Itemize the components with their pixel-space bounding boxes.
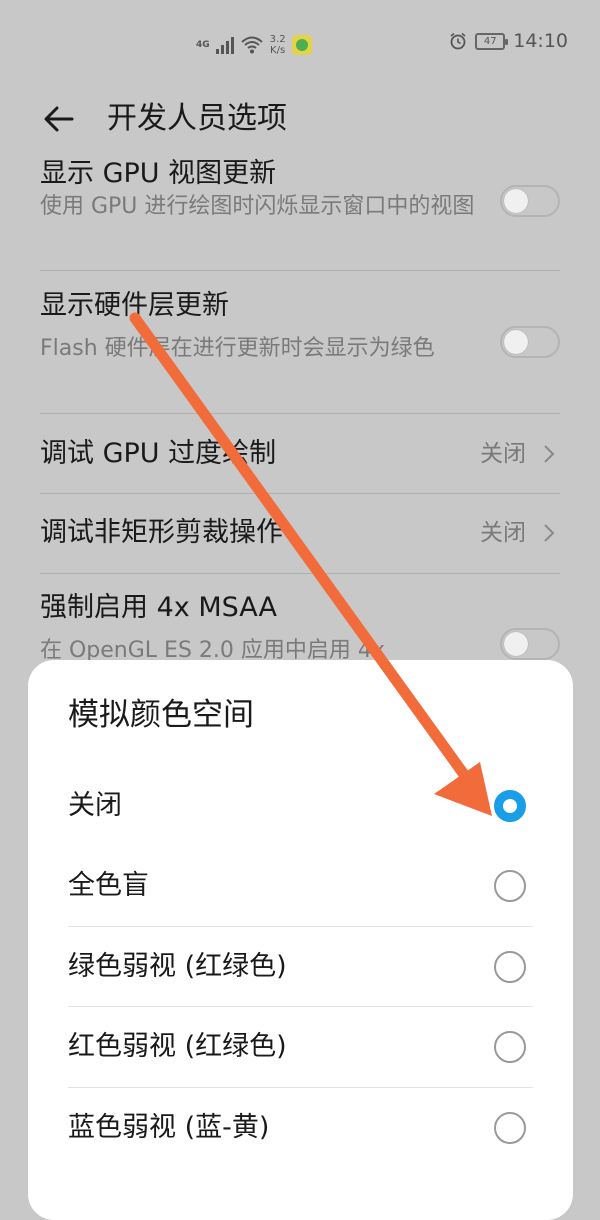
setting-value: 关闭: [480, 520, 526, 546]
radio-button[interactable]: [494, 1112, 526, 1144]
option-monochromacy[interactable]: 全色盲: [28, 846, 573, 926]
setting-title: 显示硬件层更新: [40, 290, 229, 321]
setting-debug-gpu-overdraw[interactable]: 调试 GPU 过度绘制 关闭: [0, 414, 600, 492]
setting-gpu-view-updates[interactable]: 显示 GPU 视图更新 使用 GPU 进行绘图时闪烁显示窗口中的视图: [0, 150, 600, 270]
setting-hardware-layer-updates[interactable]: 显示硬件层更新 Flash 硬件层在进行更新时会显示为绿色: [0, 285, 600, 410]
setting-debug-non-rect-clip[interactable]: 调试非矩形剪裁操作 关闭: [0, 494, 600, 572]
option-deuteranomaly[interactable]: 绿色弱视 (红绿色): [28, 927, 573, 1007]
option-label: 蓝色弱视 (蓝-黄): [68, 1112, 270, 1143]
chevron-right-icon: [544, 445, 555, 463]
option-off[interactable]: 关闭: [28, 766, 573, 846]
setting-title: 调试 GPU 过度绘制: [40, 438, 277, 469]
toggle-switch[interactable]: [500, 185, 560, 217]
radio-button[interactable]: [494, 870, 526, 902]
option-label: 绿色弱视 (红绿色): [68, 951, 287, 982]
radio-selected[interactable]: [494, 790, 526, 822]
radio-button[interactable]: [494, 1031, 526, 1063]
radio-button[interactable]: [494, 951, 526, 983]
option-label: 全色盲: [68, 870, 149, 901]
divider: [40, 270, 560, 271]
option-label: 红色弱视 (红绿色): [68, 1031, 287, 1062]
toggle-switch[interactable]: [500, 326, 560, 358]
option-label: 关闭: [68, 790, 122, 821]
setting-description: Flash 硬件层在进行更新时会显示为绿色: [40, 336, 435, 361]
option-tritanomaly[interactable]: 蓝色弱视 (蓝-黄): [28, 1088, 573, 1168]
color-space-dialog: 模拟颜色空间 关闭 全色盲 绿色弱视 (红绿色) 红色弱视 (红绿色) 蓝色弱视…: [28, 660, 573, 1220]
toggle-switch[interactable]: [500, 628, 560, 660]
chevron-right-icon: [544, 524, 555, 542]
setting-title: 强制启用 4x MSAA: [40, 592, 277, 623]
dialog-title: 模拟颜色空间: [68, 697, 254, 733]
setting-title: 调试非矩形剪裁操作: [40, 517, 283, 548]
option-protanomaly[interactable]: 红色弱视 (红绿色): [28, 1007, 573, 1087]
setting-title: 显示 GPU 视图更新: [40, 158, 277, 189]
setting-description: 使用 GPU 进行绘图时闪烁显示窗口中的视图: [40, 194, 475, 219]
setting-value: 关闭: [480, 441, 526, 467]
